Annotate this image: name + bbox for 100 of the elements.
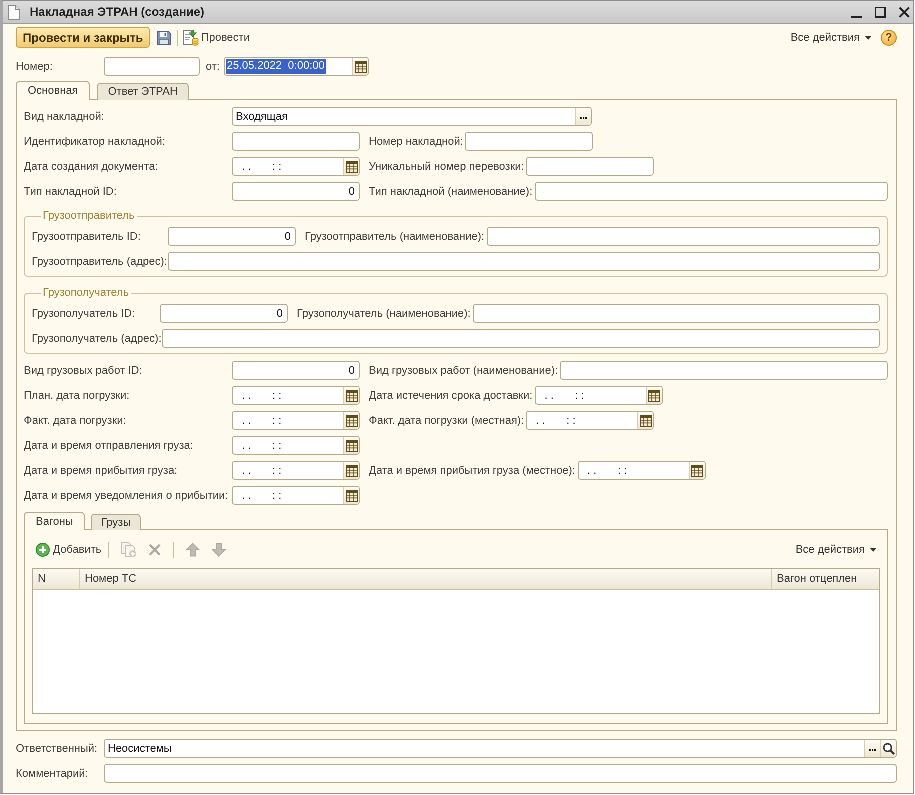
window-title: Накладная ЭТРАН (создание): [30, 5, 205, 19]
calendar-button[interactable]: [688, 462, 705, 479]
add-button[interactable]: Добавить: [36, 540, 102, 559]
choice-field[interactable]: Неосистемы ...: [104, 739, 897, 758]
field-label: Грузоотправитель (наименование):: [305, 230, 485, 242]
caret-icon: [870, 548, 877, 552]
field-label: Дата создания документа:: [24, 160, 160, 172]
number-field[interactable]: 0: [232, 361, 360, 380]
calendar-button[interactable]: [343, 487, 359, 504]
calendar-icon: [640, 414, 652, 426]
field-label: Грузоотправитель ID:: [32, 230, 142, 242]
document-arrow-icon: [183, 30, 200, 46]
calendar-icon: [691, 464, 704, 476]
text-field[interactable]: [472, 304, 880, 323]
calendar-button[interactable]: [637, 412, 654, 429]
text-field[interactable]: [534, 182, 888, 201]
text-field[interactable]: [168, 252, 880, 271]
date-field[interactable]: . . : :: [232, 486, 360, 505]
maximize-icon[interactable]: [875, 6, 886, 18]
date-field[interactable]: . . : :: [578, 461, 706, 480]
plus-circle-icon: [36, 542, 50, 556]
calendar-icon: [346, 440, 358, 452]
field-label: Дата и время прибытия груза (местное):: [369, 464, 576, 476]
field-label: Номер:: [16, 60, 54, 72]
date-field[interactable]: . . : :: [232, 461, 360, 480]
date-field[interactable]: . . : :: [232, 411, 360, 430]
field-label: от:: [206, 60, 221, 72]
calendar-button[interactable]: [352, 58, 368, 75]
column-header[interactable]: Вагон отцеплен: [772, 569, 879, 590]
field-label: Дата и время отправления груза:: [24, 440, 194, 452]
field-label: Тип накладной ID:: [24, 186, 118, 198]
tab[interactable]: Вагоны: [24, 512, 86, 530]
select-button[interactable]: ...: [864, 740, 880, 757]
number-field[interactable]: 0: [168, 227, 296, 246]
field-label: План. дата погрузки:: [24, 390, 131, 402]
calendar-button[interactable]: [646, 387, 662, 404]
date-field[interactable]: . . : :: [232, 386, 360, 405]
text-field[interactable]: [162, 329, 880, 348]
text-field[interactable]: [465, 132, 594, 151]
help-button[interactable]: ?: [881, 30, 897, 46]
column-header[interactable]: Номер ТС: [80, 569, 772, 590]
close-icon[interactable]: [899, 6, 910, 18]
caret-icon: [865, 36, 872, 40]
field-label: Вид грузовых работ ID:: [24, 364, 144, 376]
field-label: Грузополучатель (наименование):: [297, 308, 471, 320]
field-label: Вид грузовых работ (наименование):: [369, 364, 558, 376]
field-label: Уникальный номер перевозки:: [369, 160, 524, 172]
calendar-button[interactable]: [343, 158, 359, 175]
date-field[interactable]: 25.05.2022 0:00:00: [224, 57, 369, 76]
calendar-icon: [346, 160, 358, 172]
post-and-close-button[interactable]: Провести и закрыть: [16, 27, 150, 48]
field-label: Дата и время прибытия груза:: [24, 464, 179, 476]
search-icon: [882, 742, 894, 754]
tab[interactable]: Грузы: [91, 514, 142, 530]
date-field[interactable]: . . : :: [232, 436, 360, 455]
field-label: Идентификатор накладной:: [24, 136, 167, 148]
document-icon: [8, 4, 20, 20]
field-label: Факт. дата погрузки (местная):: [369, 414, 524, 426]
field-label: Тип накладной (наименование):: [369, 186, 533, 198]
calendar-button[interactable]: [343, 412, 359, 429]
tab[interactable]: Ответ ЭТРАН: [97, 83, 189, 100]
field-label: Комментарий:: [16, 768, 90, 780]
field-label: Вид накладной:: [24, 110, 106, 122]
all-actions-button[interactable]: Все действия: [790, 28, 872, 47]
all-actions-button[interactable]: Все действия: [796, 540, 877, 559]
field-label: Грузополучатель (адрес):: [32, 332, 162, 344]
field-label: Ответственный:: [16, 742, 99, 754]
choice-field[interactable]: Входящая ...: [232, 107, 592, 126]
calendar-icon: [346, 464, 358, 476]
selected-text: 25.05.2022 0:00:00: [226, 59, 326, 74]
select-button[interactable]: ...: [575, 108, 591, 125]
search-button[interactable]: [880, 740, 896, 757]
calendar-button[interactable]: [343, 462, 359, 479]
text-field[interactable]: [486, 227, 880, 246]
post-button[interactable]: Провести: [183, 28, 250, 47]
date-field[interactable]: . . : :: [526, 411, 654, 430]
calendar-button[interactable]: [343, 387, 359, 404]
field-label: Номер накладной:: [369, 136, 464, 148]
group-title: Грузоотправитель: [42, 210, 136, 223]
calendar-icon: [346, 390, 358, 402]
text-field[interactable]: [232, 132, 360, 151]
text-field[interactable]: [104, 764, 897, 783]
text-field[interactable]: [104, 57, 200, 76]
number-field[interactable]: 0: [232, 182, 360, 201]
number-field[interactable]: 0: [160, 304, 288, 323]
field-label: Грузоотправитель (адрес):: [32, 256, 168, 268]
date-field[interactable]: . . : :: [534, 386, 663, 405]
group-title: Грузополучатель: [42, 287, 130, 300]
calendar-button[interactable]: [343, 437, 359, 454]
date-field[interactable]: . . : :: [232, 157, 360, 176]
calendar-icon: [648, 390, 660, 402]
field-label: Грузополучатель ID:: [32, 308, 136, 320]
field-label: Факт. дата погрузки:: [24, 414, 128, 426]
calendar-icon: [346, 414, 358, 426]
text-field[interactable]: [560, 361, 888, 380]
tab[interactable]: Основная: [16, 81, 90, 100]
field-label: Дата истечения срока доставки:: [369, 390, 533, 402]
calendar-icon: [346, 490, 358, 502]
text-field[interactable]: [526, 157, 654, 176]
column-header[interactable]: N: [33, 569, 80, 590]
